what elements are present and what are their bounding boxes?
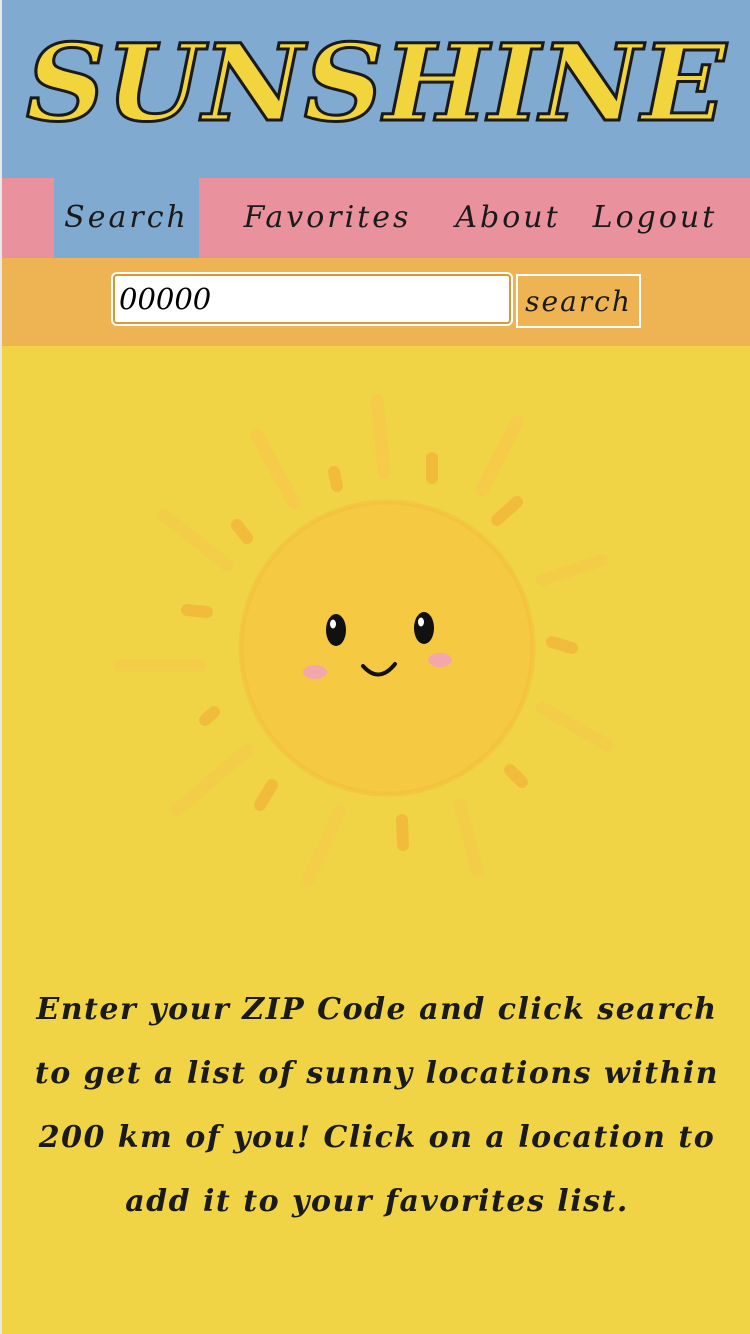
nav-item-logout[interactable]: Logout [592, 178, 718, 258]
app-logo: SUNSHINE [25, 19, 729, 147]
page: SUNSHINE Search Favorites About Logout s… [2, 0, 750, 1334]
smiling-sun-icon [113, 393, 614, 887]
zip-code-input[interactable] [111, 272, 513, 326]
nav-item-about[interactable]: About [450, 178, 566, 258]
nav-item-favorites[interactable]: Favorites [240, 178, 415, 258]
nav-item-search[interactable]: Search [54, 178, 199, 258]
instructions-text: Enter your ZIP Code and click search to … [34, 992, 720, 1219]
nav-bar: Search Favorites About Logout [2, 178, 750, 258]
search-bar: search [2, 258, 750, 346]
search-button[interactable]: search [516, 274, 641, 328]
app-title: SUNSHINE [26, 20, 727, 145]
header: SUNSHINE [2, 0, 750, 178]
